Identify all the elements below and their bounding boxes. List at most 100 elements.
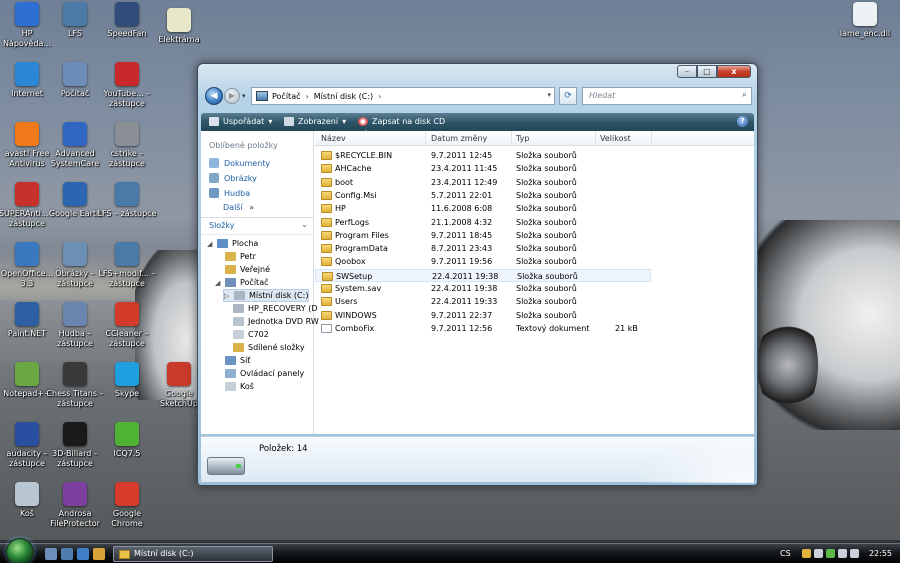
tree-item[interactable]: ◢ Počítač	[215, 276, 269, 289]
more-favorites-link[interactable]: Další »	[223, 203, 254, 212]
desktop-icon-speedfan[interactable]: SpeedFan	[97, 2, 157, 39]
tray-shield-icon[interactable]	[802, 549, 811, 558]
desktop-icon-elektrarna[interactable]: Elektrárna	[149, 8, 209, 45]
tree-item-label: Koš	[240, 382, 254, 391]
forward-button[interactable]: ▶	[224, 88, 240, 104]
file-row[interactable]: PerfLogs 21.1.2008 4:32 Složka souborů	[315, 216, 651, 229]
column-divider[interactable]	[425, 131, 426, 146]
desktop-icon-lfs[interactable]: LFS	[45, 2, 105, 39]
file-row[interactable]: ComboFix 9.7.2011 12:56 Textový dokument 21…	[315, 322, 651, 335]
desktop-icon-lfs-modif[interactable]: LFS+modif... – zástupce	[97, 242, 157, 289]
file-row[interactable]: boot 23.4.2011 12:49 Složka souborů	[315, 176, 651, 189]
file-row[interactable]: AHCache 23.4.2011 11:45 Složka souborů	[315, 162, 651, 175]
close-button[interactable]: x	[717, 65, 751, 78]
file-row[interactable]: ProgramData 8.7.2011 23:43 Složka souborů	[315, 242, 651, 255]
desktop-icon-skype[interactable]: Skype	[97, 362, 157, 399]
tree-item[interactable]: Síť	[215, 354, 250, 367]
organize-button[interactable]: Uspořádat ▾	[209, 117, 272, 126]
tree-item[interactable]: ◢ Plocha	[207, 237, 258, 250]
quick-launch-media-icon[interactable]	[93, 548, 105, 560]
column-divider[interactable]	[595, 131, 596, 146]
desktop-icon-ccleaner[interactable]: CCleaner – zástupce	[97, 302, 157, 349]
refresh-button[interactable]: ⟳	[559, 87, 577, 105]
file-row[interactable]: Users 22.4.2011 19:33 Složka souborů	[315, 295, 651, 308]
file-row[interactable]: SWSetup 22.4.2011 19:38 Složka souborů	[315, 268, 651, 282]
desktop-icon-chess-titans[interactable]: Chess Titans – zástupce	[45, 362, 105, 409]
folders-header[interactable]: Složky ⌄	[201, 217, 314, 235]
desktop-icon-cstrike[interactable]: cstrike – zástupce	[97, 122, 157, 169]
favorite-music[interactable]: Hudba	[209, 188, 250, 198]
favorite-pictures[interactable]: Obrázky	[209, 173, 257, 183]
address-dropdown[interactable]: ▾	[547, 91, 551, 99]
desktop-icon-label: LFS – zástupce	[97, 209, 157, 218]
minimize-button[interactable]: –	[677, 65, 697, 78]
file-row[interactable]: Qoobox 9.7.2011 19:56 Složka souborů	[315, 255, 651, 268]
tree-item[interactable]: Petr	[215, 250, 256, 263]
tree-item[interactable]: ▷ Místní disk (C:)	[223, 289, 310, 302]
chevron-down-icon[interactable]: ⌄	[301, 220, 308, 229]
address-bar[interactable]: Počítač › Místní disk (C:) › ▾	[251, 87, 555, 105]
column-date[interactable]: Datum změny	[431, 134, 487, 143]
breadcrumb-separator[interactable]: ›	[306, 92, 309, 101]
expand-arrow-icon[interactable]: ▷	[224, 292, 232, 300]
file-row[interactable]: Program Files 9.7.2011 18:45 Složka soubor…	[315, 229, 651, 242]
breadcrumb-computer[interactable]: Počítač	[272, 92, 301, 101]
column-divider[interactable]	[511, 131, 512, 146]
tree-item[interactable]: Koš	[215, 380, 254, 393]
tray-network-icon[interactable]	[814, 549, 823, 558]
tray-app-icon[interactable]	[826, 549, 835, 558]
desktop-icon-hudba[interactable]: Hudba – zástupce	[45, 302, 105, 349]
tree-item[interactable]: Veřejné	[215, 263, 270, 276]
tree-item[interactable]: Ovládací panely	[215, 367, 304, 380]
desktop-icon-google-earth[interactable]: Google Earth	[45, 182, 105, 219]
desktop-icon-androsa[interactable]: Androsa FileProtector	[45, 482, 105, 529]
file-row[interactable]: System.sav 22.4.2011 19:38 Složka souborů	[315, 282, 651, 295]
desktop-icon-icq[interactable]: ICQ7.5	[97, 422, 157, 459]
burn-cd-button[interactable]: Zapsat na disk CD	[358, 117, 445, 126]
expand-arrow-icon[interactable]: ◢	[207, 240, 215, 248]
favorite-documents[interactable]: Dokumenty	[209, 158, 270, 168]
desktop-icon-pocitac[interactable]: Počítač	[45, 62, 105, 99]
start-button[interactable]	[6, 538, 34, 563]
quick-launch-ie-icon[interactable]	[77, 548, 89, 560]
tree-item[interactable]: HP_RECOVERY (D	[223, 302, 317, 315]
file-row[interactable]: Config.Msi 5.7.2011 22:01 Složka souborů	[315, 189, 651, 202]
desktop-icon-advanced-systemcare[interactable]: Advanced SystemCare	[45, 122, 105, 169]
maximize-button[interactable]: □	[697, 65, 717, 78]
column-type[interactable]: Typ	[516, 134, 529, 143]
language-indicator[interactable]: CS	[780, 549, 791, 558]
column-divider[interactable]	[651, 131, 652, 146]
openoffice-icon	[15, 242, 39, 266]
tree-item[interactable]: C702	[223, 328, 269, 341]
desktop-icon-lfs-shortcut[interactable]: LFS – zástupce	[97, 182, 157, 219]
expand-arrow-icon[interactable]: ◢	[215, 279, 223, 287]
tree-item[interactable]: Jednotka DVD RW	[223, 315, 319, 328]
desktop-icon-3d-billard[interactable]: 3D-Billard – zástupce	[45, 422, 105, 469]
search-input[interactable]: Hledat ⌕	[582, 87, 752, 105]
tray-volume-icon[interactable]	[850, 549, 859, 558]
folder-icon	[321, 310, 332, 320]
desktop-icon-lame-enc[interactable]: lame_enc.dll	[835, 2, 895, 39]
column-size[interactable]: Velikost	[600, 134, 631, 143]
column-name[interactable]: Název	[321, 134, 346, 143]
tree-item[interactable]: Sdílené složky	[223, 341, 305, 354]
file-row[interactable]: $RECYCLE.BIN 9.7.2011 12:45 Složka souborů	[315, 149, 651, 162]
breadcrumb-local-disk[interactable]: Místní disk (C:)	[314, 92, 373, 101]
desktop-icon-chrome[interactable]: Google Chrome	[97, 482, 157, 529]
breadcrumb-separator[interactable]: ›	[378, 92, 381, 101]
desktop-icon-obrazky[interactable]: Obrázky – zástupce	[45, 242, 105, 289]
tray-display-icon[interactable]	[838, 549, 847, 558]
taskbar-button-explorer[interactable]: Místní disk (C:)	[113, 546, 273, 562]
recent-pages-dropdown[interactable]: ▾	[242, 92, 246, 100]
back-button[interactable]: ◀	[205, 87, 223, 105]
desktop-icon-youtube[interactable]: YouTube... – zástupce	[97, 62, 157, 109]
clock[interactable]: 22:55	[869, 549, 892, 558]
file-row[interactable]: HP 11.6.2008 6:08 Složka souborů	[315, 202, 651, 215]
file-row[interactable]: WINDOWS 9.7.2011 22:37 Složka souborů	[315, 309, 651, 322]
quick-launch-switch-icon[interactable]	[61, 548, 73, 560]
help-icon[interactable]: ?	[737, 116, 748, 127]
search-icon[interactable]: ⌕	[742, 90, 747, 100]
explorer-window[interactable]: – □ x ◀ ▶ ▾ Počítač › Místní disk (C:) ›…	[197, 63, 758, 486]
quick-launch-desktop-icon[interactable]	[45, 548, 57, 560]
views-button[interactable]: Zobrazení ▾	[284, 117, 346, 126]
